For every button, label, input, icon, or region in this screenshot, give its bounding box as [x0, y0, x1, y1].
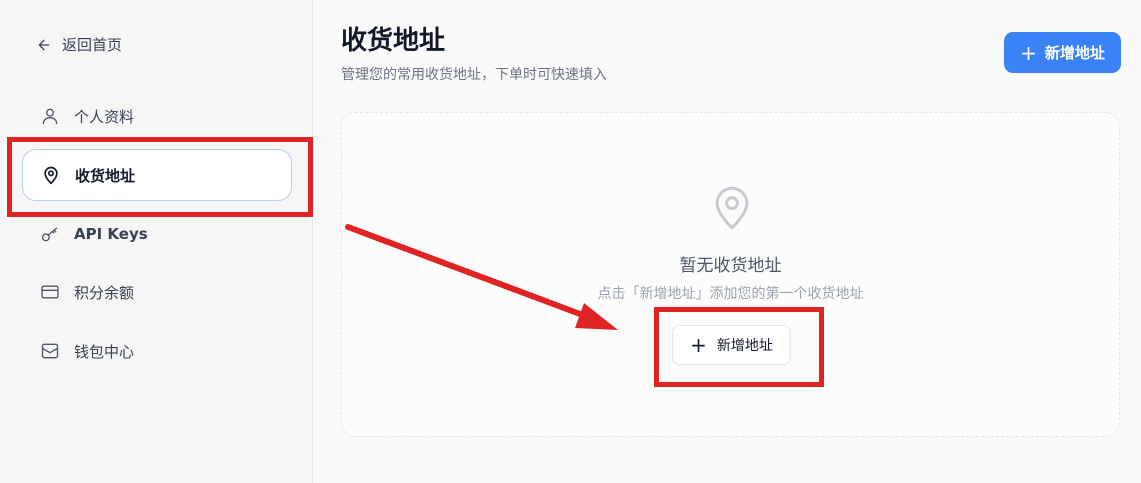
sidebar-item-label: 个人资料: [74, 107, 135, 126]
sidebar-item-profile[interactable]: 个人资料: [22, 90, 292, 142]
wallet-icon: [41, 343, 59, 359]
empty-add-address-button-label: 新增地址: [716, 338, 773, 354]
sidebar: 返回首页 个人资料 收货地址 API Keys 积分余额 钱包中心: [0, 0, 313, 483]
sidebar-item-points[interactable]: 积分余额: [22, 266, 292, 318]
sidebar-item-api-keys[interactable]: API Keys: [22, 208, 292, 260]
page-subtitle: 管理您的常用收货地址，下单时可快速填入: [341, 67, 607, 83]
add-address-button-label: 新增地址: [1044, 44, 1105, 62]
main-content: 收货地址 管理您的常用收货地址，下单时可快速填入 + 新增地址 暂无收货地址 点…: [314, 0, 1141, 483]
map-pin-icon: [44, 166, 58, 185]
plus-icon: +: [1020, 40, 1037, 65]
user-icon: [42, 108, 58, 125]
back-home-link[interactable]: 返回首页: [36, 34, 122, 55]
page-title: 收货地址: [341, 26, 446, 56]
sidebar-item-label: 积分余额: [74, 283, 135, 302]
sidebar-item-label: 收货地址: [75, 166, 136, 185]
empty-state-title: 暂无收货地址: [679, 256, 782, 276]
sidebar-item-label: 钱包中心: [74, 342, 135, 361]
arrow-left-icon: [38, 39, 50, 50]
empty-state-hint: 点击「新增地址」添加您的第一个收货地址: [597, 286, 864, 302]
empty-add-address-button[interactable]: + 新增地址: [672, 325, 791, 365]
plus-icon: +: [690, 333, 707, 357]
sidebar-item-wallet[interactable]: 钱包中心: [22, 325, 292, 377]
credit-card-icon: [41, 285, 59, 299]
sidebar-item-label: API Keys: [74, 225, 148, 243]
sidebar-item-address[interactable]: 收货地址: [22, 149, 292, 201]
map-pin-icon: [715, 186, 749, 230]
back-home-label: 返回首页: [62, 36, 123, 54]
key-icon: [41, 227, 58, 242]
add-address-button[interactable]: + 新增地址: [1004, 32, 1121, 73]
empty-state-card: 暂无收货地址 点击「新增地址」添加您的第一个收货地址 + 新增地址: [341, 112, 1120, 437]
